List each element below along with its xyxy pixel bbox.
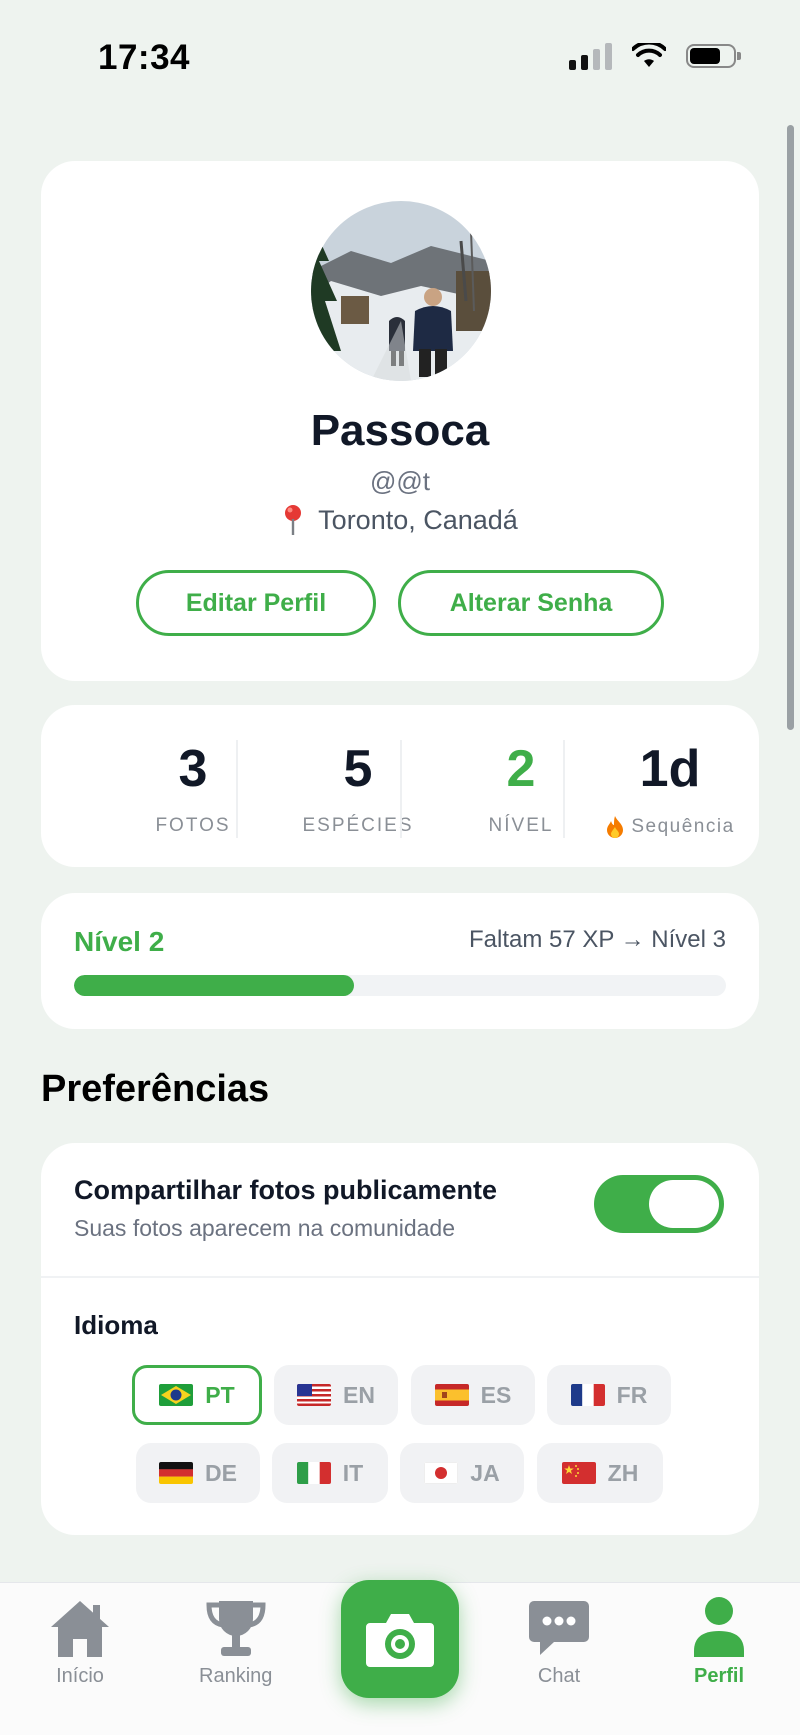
streak-label: Sequência [631,816,735,837]
stats-card: 3 FOTOS 5 ESPÉCIES 2 NÍVEL 1d Sequência [41,705,759,867]
level-next-xp: Faltam 57 XP → Nível 3 [469,926,726,953]
language-code: ES [480,1381,512,1408]
scrollbar[interactable] [787,125,794,730]
language-code: FR [616,1381,648,1408]
change-password-button[interactable]: Alterar Senha [398,570,664,636]
stat-value: 5 [343,740,373,798]
language-chip-zh[interactable]: ZH [537,1443,663,1503]
flag-jp-icon [424,1462,459,1484]
share-photos-subtitle: Suas fotos aparecem na comunidade [74,1215,456,1241]
camera-button[interactable] [341,1580,459,1698]
language-title: Idioma [74,1310,158,1340]
share-photos-title: Compartilhar fotos publicamente [74,1175,498,1205]
status-time: 17:34 [98,38,191,77]
stat-label: ESPÉCIES [302,815,414,836]
bottom-nav: Início Ranking Chat Perfil [0,1580,800,1735]
language-chip-ja[interactable]: JA [400,1443,524,1503]
person-icon [694,1597,744,1657]
nav-item-home[interactable]: Início [45,1593,115,1688]
toggle-knob [649,1180,719,1228]
battery-icon [686,44,741,68]
wifi-icon [632,43,666,67]
language-code: JA [470,1459,500,1486]
stat-value: 2 [506,740,536,798]
nav-label: Chat [537,1665,581,1687]
divider [236,740,238,838]
stat-level[interactable]: 2 NÍVEL [439,743,603,837]
level-title: Nível 2 [74,926,165,957]
divider [400,740,402,838]
stat-value: 3 [178,740,208,798]
preferences-card: Compartilhar fotos publicamente Suas fot… [41,1143,759,1535]
edit-profile-button[interactable]: Editar Perfil [136,570,376,636]
language-code: IT [342,1459,364,1486]
profile-card: Passoca @@t Toronto, Canadá Editar Perfi… [41,161,759,681]
flag-us-icon [297,1384,332,1406]
xp-progress-fill [74,975,355,996]
trophy-icon [206,1601,266,1656]
stat-label: NÍVEL [488,815,554,836]
language-code: ZH [607,1459,639,1486]
language-chip-pt[interactable]: PT [132,1365,262,1425]
stat-label: Sequência [582,815,758,839]
nav-label: Início [56,1665,104,1687]
nav-label: Perfil [693,1665,745,1687]
language-code: DE [205,1459,237,1486]
profile-name: Passoca [310,406,490,455]
language-chip-en[interactable]: EN [274,1365,398,1425]
home-icon [51,1601,109,1657]
stat-photos[interactable]: 3 FOTOS [111,743,275,837]
divider [41,1276,759,1278]
xp-progress-bar [74,975,726,996]
stat-species[interactable]: 5 ESPÉCIES [276,743,440,837]
flag-de-icon [159,1462,194,1484]
profile-location: Toronto, Canadá [41,504,759,536]
flag-br-icon [159,1384,194,1406]
fire-icon [607,816,624,838]
flag-it-icon [296,1462,331,1484]
nav-label: Ranking [199,1665,273,1687]
language-chip-it[interactable]: IT [272,1443,388,1503]
chat-icon [529,1601,589,1655]
language-code: PT [205,1381,235,1408]
camera-icon [366,1614,434,1667]
language-code: EN [343,1381,375,1408]
flag-fr-icon [570,1384,605,1406]
stat-streak[interactable]: 1d Sequência [582,743,758,839]
signal-icon [569,42,612,70]
share-photos-toggle[interactable] [594,1175,724,1233]
language-chip-de[interactable]: DE [136,1443,260,1503]
stat-value: 1d [639,740,701,798]
preferences-title: Preferências [41,1068,270,1110]
language-chip-fr[interactable]: FR [547,1365,671,1425]
nav-item-ranking[interactable]: Ranking [199,1593,272,1688]
language-chip-es[interactable]: ES [411,1365,535,1425]
status-bar: 17:34 [0,0,800,110]
status-icons [569,42,741,70]
level-card: Nível 2 Faltam 57 XP → Nível 3 [41,893,759,1029]
profile-handle: @@t [369,466,430,496]
pin-icon [285,505,302,535]
flag-cn-icon [561,1462,596,1484]
nav-item-chat[interactable]: Chat [524,1593,594,1688]
flag-es-icon [434,1384,469,1406]
location-label: Toronto, Canadá [318,504,518,535]
avatar[interactable] [311,201,491,381]
nav-item-profile[interactable]: Perfil [684,1593,754,1688]
divider [563,740,565,838]
stat-label: FOTOS [155,815,231,836]
